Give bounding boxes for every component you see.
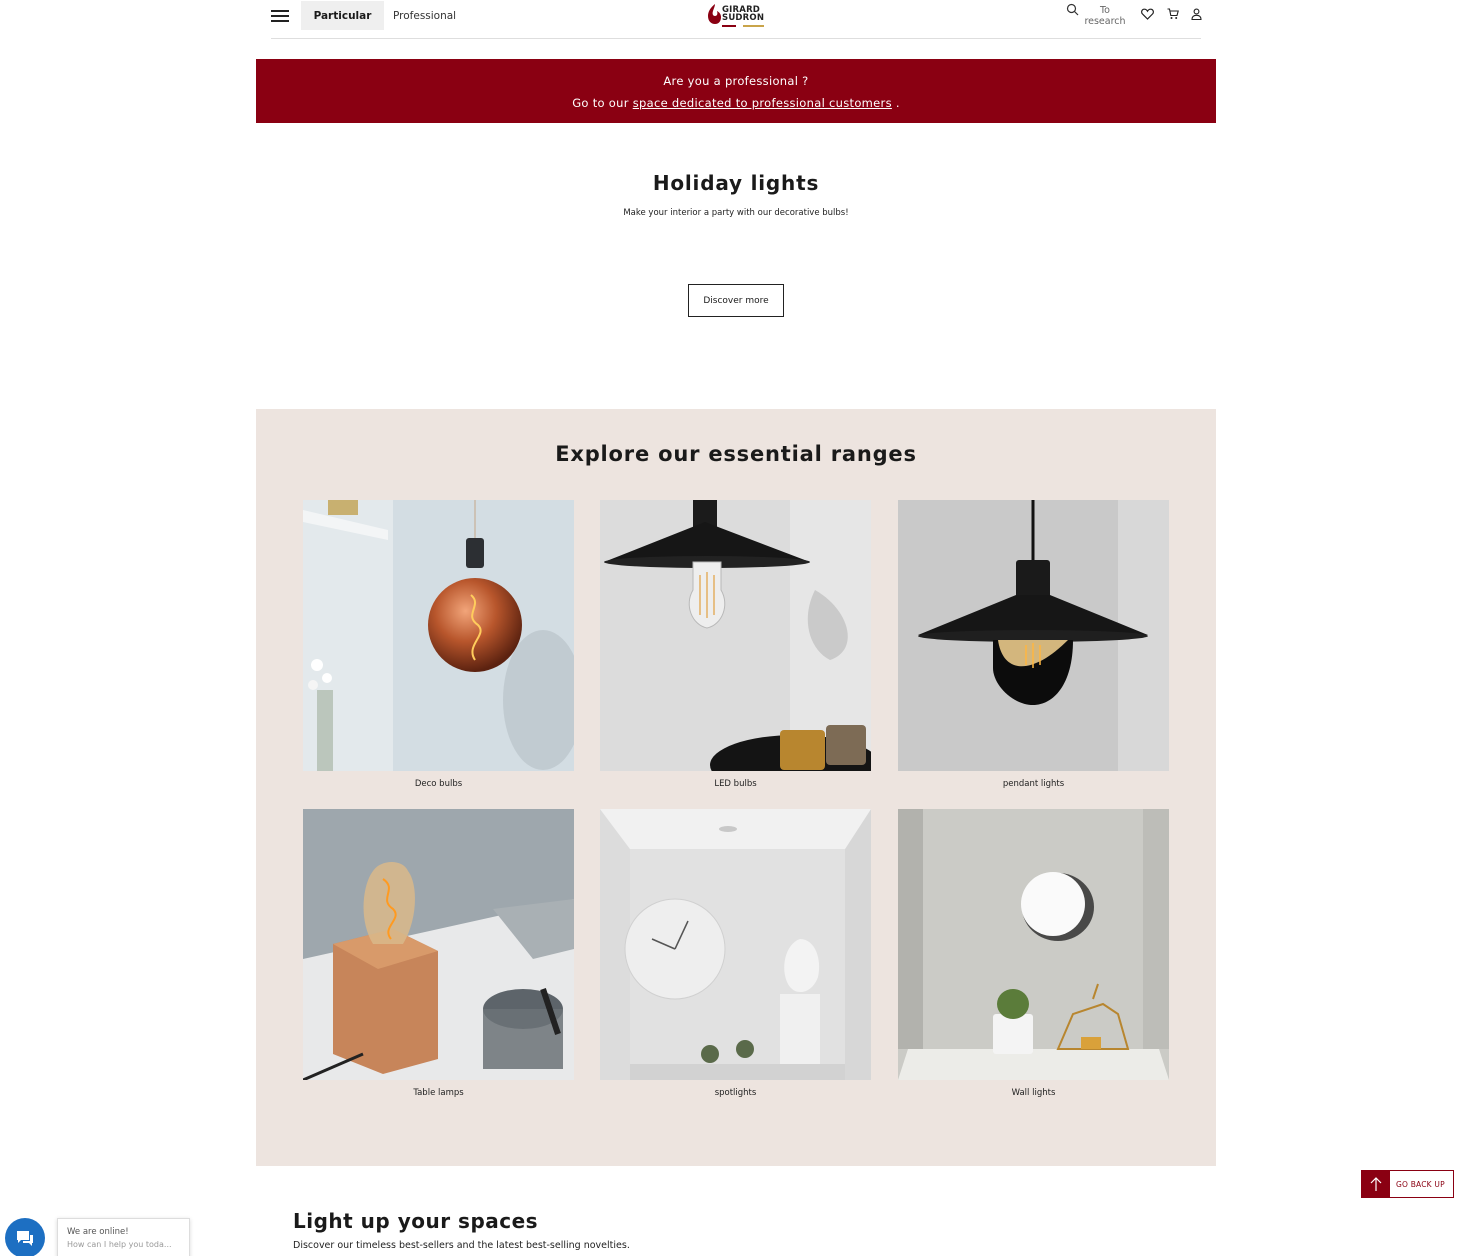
cart-icon[interactable]	[1167, 8, 1179, 20]
range-card-table-lamps[interactable]: Table lamps	[303, 809, 574, 1098]
flame-logo-icon	[708, 4, 721, 24]
spotlights-image[interactable]	[600, 809, 871, 1080]
range-label-led-bulbs[interactable]: LED bulbs	[600, 779, 871, 789]
banner-prefix: Go to our	[572, 96, 629, 110]
search-icon[interactable]	[1066, 3, 1079, 16]
brand-logo[interactable]: GIRARD SUDRON	[707, 3, 767, 29]
search-label[interactable]: To research	[1081, 5, 1129, 27]
deco-bulbs-image[interactable]	[303, 500, 574, 771]
range-label-table-lamps[interactable]: Table lamps	[303, 1088, 574, 1098]
arrow-up-icon	[1362, 1171, 1390, 1197]
range-card-led-bulbs[interactable]: LED bulbs	[600, 500, 871, 789]
essential-ranges-section: Explore our essential ranges Deco bulbs …	[256, 409, 1216, 1166]
holiday-subtitle: Make your interior a party with our deco…	[623, 208, 849, 218]
professional-banner: Are you a professional ? Go to our space…	[256, 59, 1216, 123]
user-icon[interactable]	[1191, 8, 1202, 20]
professional-space-link[interactable]: space dedicated to professional customer…	[633, 96, 892, 110]
banner-suffix: .	[895, 96, 900, 110]
range-card-deco-bulbs[interactable]: Deco bulbs	[303, 500, 574, 789]
heart-icon[interactable]	[1141, 8, 1154, 20]
tab-professional[interactable]: Professional	[393, 1, 456, 30]
go-back-up-label: GO BACK UP	[1396, 1179, 1445, 1189]
lightup-subtitle: Discover our timeless best-sellers and t…	[293, 1240, 630, 1251]
chat-prompt: How can I help you toda...	[67, 1240, 172, 1249]
banner-question: Are you a professional ?	[663, 74, 809, 88]
logo-word-sudron: SUDRON	[722, 13, 765, 23]
chat-preview[interactable]: We are online! How can I help you toda..…	[57, 1218, 190, 1256]
led-bulbs-image[interactable]	[600, 500, 871, 771]
range-label-spotlights[interactable]: spotlights	[600, 1088, 871, 1098]
chat-launcher-button[interactable]	[5, 1218, 45, 1256]
table-lamps-image[interactable]	[303, 809, 574, 1080]
range-card-wall-lights[interactable]: Wall lights	[898, 809, 1169, 1098]
tab-particular[interactable]: Particular	[301, 1, 384, 30]
chat-icon	[17, 1231, 33, 1246]
site-header: Particular Professional GIRARD SUDRON To…	[271, 0, 1202, 39]
ranges-title: Explore our essential ranges	[555, 442, 917, 466]
go-back-up-button[interactable]: GO BACK UP	[1361, 1170, 1454, 1198]
lightup-title: Light up your spaces	[293, 1209, 539, 1233]
discover-more-button[interactable]: Discover more	[688, 284, 784, 317]
range-label-pendant-lights[interactable]: pendant lights	[898, 779, 1169, 789]
range-card-spotlights[interactable]: spotlights	[600, 809, 871, 1098]
holiday-title: Holiday lights	[652, 171, 820, 195]
range-label-deco-bulbs[interactable]: Deco bulbs	[303, 779, 574, 789]
banner-cta-line: Go to our space dedicated to professiona…	[256, 96, 1216, 110]
range-card-pendant-lights[interactable]: pendant lights	[898, 500, 1169, 789]
pendant-lights-image[interactable]	[898, 500, 1169, 771]
logo-flag-stripe	[722, 25, 764, 27]
wall-lights-image[interactable]	[898, 809, 1169, 1080]
range-label-wall-lights[interactable]: Wall lights	[898, 1088, 1169, 1098]
hamburger-menu-icon[interactable]	[271, 10, 289, 22]
chat-status: We are online!	[67, 1227, 129, 1237]
